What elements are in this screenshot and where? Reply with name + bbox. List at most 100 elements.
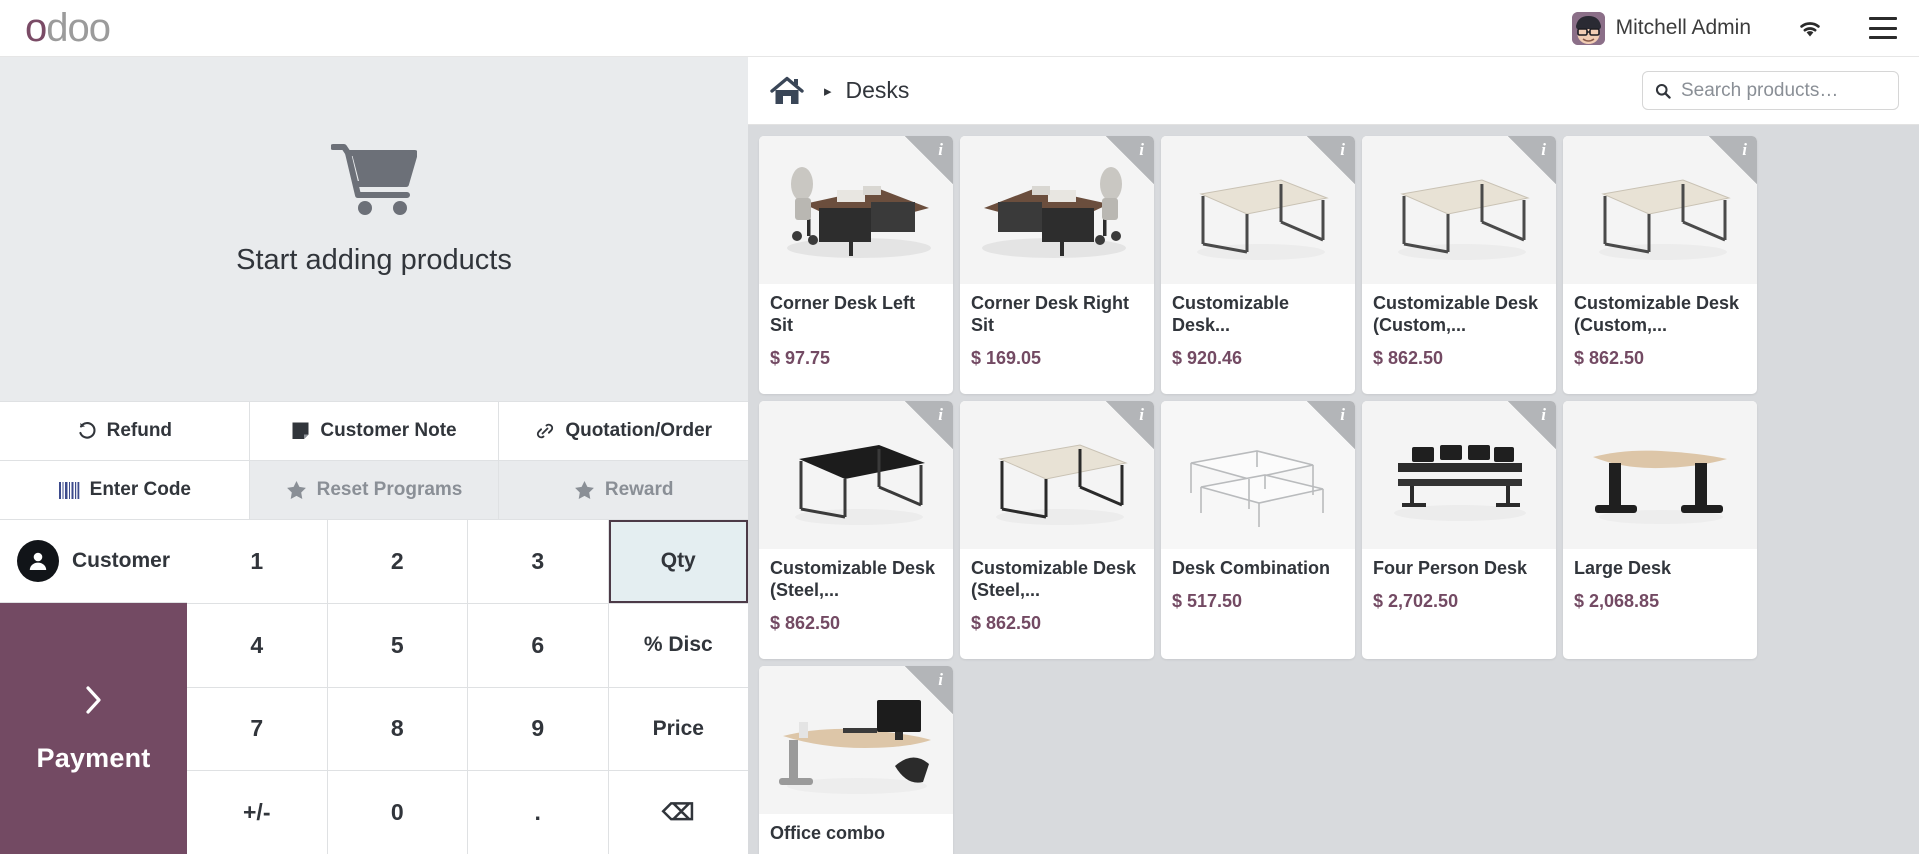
product-card[interactable]: i Customizable Desk (Steel,... $ 862.50 [759, 401, 953, 659]
numpad-key-2[interactable]: 2 [327, 520, 467, 603]
product-info-badge[interactable]: i [905, 136, 953, 184]
product-card-body: Office combo $ 160.00 [759, 814, 953, 854]
product-card-body: Customizable Desk (Custom,... $ 862.50 [1362, 284, 1556, 394]
home-icon[interactable] [770, 74, 808, 108]
product-card[interactable]: i Customizable Desk... $ 920.46 [1161, 136, 1355, 394]
enter-code-button[interactable]: Enter Code [0, 461, 250, 519]
main-content: Start adding products Refund Customer No… [0, 57, 1919, 854]
numpad-left-column: Customer Payment [0, 520, 187, 854]
product-card[interactable]: i Customizable Desk (Custom,... $ 862.50 [1362, 136, 1556, 394]
product-card[interactable]: i Customizable Desk (Steel,... $ 862.50 [960, 401, 1154, 659]
payment-label: Payment [36, 743, 151, 773]
numpad-decimal-button[interactable]: . [468, 771, 608, 854]
wifi-icon[interactable] [1793, 13, 1827, 43]
refund-button[interactable]: Refund [0, 402, 250, 460]
product-info-badge[interactable]: i [1508, 136, 1556, 184]
numpad-key-4[interactable]: 4 [187, 603, 327, 687]
product-card-body: Customizable Desk (Steel,... $ 862.50 [759, 549, 953, 659]
customer-button[interactable]: Customer [0, 520, 187, 603]
product-card-body: Corner Desk Right Sit $ 169.05 [960, 284, 1154, 394]
product-info-badge[interactable]: i [905, 666, 953, 714]
product-image [1563, 401, 1757, 549]
product-info-badge[interactable]: i [1106, 136, 1154, 184]
refund-label: Refund [106, 420, 173, 441]
numpad-sign-button[interactable]: +/- [187, 771, 327, 854]
product-name: Corner Desk Left Sit [770, 293, 916, 335]
search-box[interactable] [1642, 71, 1899, 110]
product-info-badge[interactable]: i [1709, 136, 1757, 184]
numpad-key-5[interactable]: 5 [327, 603, 467, 687]
customer-label: Customer [71, 549, 171, 572]
product-price: $ 169.05 [971, 347, 1042, 368]
search-input[interactable] [1680, 79, 1886, 102]
numpad-price-button[interactable]: Price [608, 687, 748, 771]
chevron-right-icon [85, 686, 101, 714]
product-name: Desk Combination [1172, 558, 1331, 578]
product-info-badge[interactable]: i [1508, 401, 1556, 449]
star-icon [574, 481, 594, 499]
note-icon [292, 422, 309, 439]
info-badge-label: i [1139, 140, 1144, 159]
product-price: $ 517.50 [1172, 590, 1243, 611]
link-icon [537, 423, 554, 439]
hamburger-menu-icon[interactable] [1869, 17, 1897, 39]
burger-line [1869, 26, 1897, 30]
username-label: Mitchell Admin [1615, 16, 1751, 39]
odoo-logo[interactable]: odoo [25, 6, 111, 50]
product-card[interactable]: i Corner Desk Left Sit $ 97.75 [759, 136, 953, 394]
product-price: $ 97.75 [770, 347, 831, 368]
burger-line [1869, 36, 1897, 39]
product-price: $ 862.50 [770, 612, 841, 633]
product-card-body: Customizable Desk (Custom,... $ 862.50 [1563, 284, 1757, 394]
reset-programs-button[interactable]: Reset Programs [249, 461, 500, 519]
action-row-primary: Refund Customer Note Quotation/Order [0, 401, 749, 460]
product-card[interactable]: i Four Person Desk $ 2,702.50 [1362, 401, 1556, 659]
info-badge-label: i [1742, 140, 1747, 159]
numpad-qty-button[interactable]: Qty [608, 520, 748, 603]
numpad-key-7[interactable]: 7 [187, 687, 327, 771]
numpad-discount-button[interactable]: % Disc [608, 603, 748, 687]
info-badge-label: i [938, 670, 943, 689]
product-card-body: Four Person Desk $ 2,702.50 [1362, 549, 1556, 659]
product-info-badge[interactable]: i [1307, 136, 1355, 184]
product-info-badge[interactable]: i [905, 401, 953, 449]
product-card[interactable]: Large Desk $ 2,068.85 [1563, 401, 1757, 659]
product-card[interactable]: i Corner Desk Right Sit $ 169.05 [960, 136, 1154, 394]
numpad-key-9[interactable]: 9 [468, 687, 608, 771]
product-price: $ 2,702.50 [1373, 590, 1459, 611]
payment-button[interactable]: Payment [0, 603, 187, 854]
numpad-key-3[interactable]: 3 [468, 520, 608, 603]
customer-note-label: Customer Note [320, 420, 457, 441]
quotation-order-button[interactable]: Quotation/Order [499, 402, 749, 460]
numpad-key-0[interactable]: 0 [327, 771, 467, 854]
product-card[interactable]: i Office combo $ 160.00 [759, 666, 953, 854]
numpad-key-1[interactable]: 1 [187, 520, 327, 603]
product-card[interactable]: i Desk Combination $ 517.50 [1161, 401, 1355, 659]
product-name: Customizable Desk (Steel,... [770, 558, 936, 600]
reward-button[interactable]: Reward [499, 461, 749, 519]
info-badge-label: i [1541, 405, 1546, 424]
product-name: Corner Desk Right Sit [971, 293, 1130, 335]
reset-programs-label: Reset Programs [316, 479, 463, 500]
action-row-secondary: Enter Code Reset Programs Reward [0, 460, 749, 519]
logo-first-letter: o [25, 6, 47, 50]
info-badge-label: i [1340, 140, 1345, 159]
breadcrumb-separator: ▸ [824, 82, 832, 100]
product-info-badge[interactable]: i [1307, 401, 1355, 449]
product-name: Large Desk [1574, 558, 1672, 578]
numpad-backspace-button[interactable]: ⌫ [608, 771, 748, 854]
quotation-order-label: Quotation/Order [565, 420, 713, 441]
customer-note-button[interactable]: Customer Note [249, 402, 500, 460]
product-price: $ 862.50 [1574, 347, 1645, 368]
numpad-key-6[interactable]: 6 [468, 603, 608, 687]
product-name: Customizable Desk (Steel,... [971, 558, 1137, 600]
product-price: $ 920.46 [1172, 347, 1243, 368]
info-badge-label: i [938, 140, 943, 159]
breadcrumb[interactable]: Desks [846, 77, 910, 104]
product-card[interactable]: i Customizable Desk (Custom,... $ 862.50 [1563, 136, 1757, 394]
reward-label: Reward [604, 479, 674, 500]
product-card-body: Customizable Desk (Steel,... $ 862.50 [960, 549, 1154, 659]
product-info-badge[interactable]: i [1106, 401, 1154, 449]
avatar[interactable] [1571, 11, 1605, 45]
numpad-key-8[interactable]: 8 [327, 687, 467, 771]
